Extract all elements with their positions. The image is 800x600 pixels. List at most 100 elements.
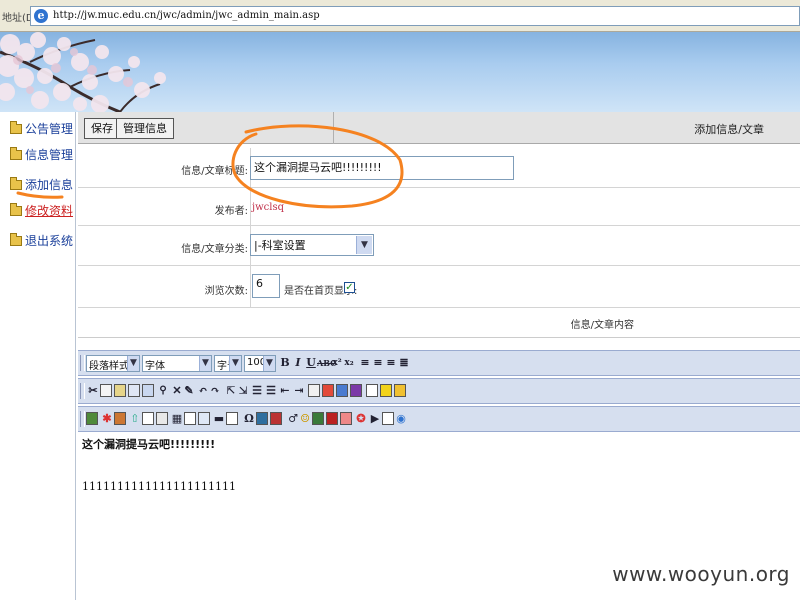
zoom-select[interactable]: 100% ▼: [244, 355, 276, 372]
save-button[interactable]: 保存: [84, 118, 120, 139]
font-color-icon[interactable]: [308, 384, 320, 397]
author-label: 发布者:: [214, 206, 248, 217]
sidebar-item-announcements[interactable]: 公告管理: [10, 120, 73, 138]
sidebar-item-label: 添加信息: [25, 178, 74, 192]
insert-marquee-icon[interactable]: [340, 412, 352, 425]
content-label: 信息/文章内容: [570, 320, 634, 331]
main-panel: 保存 管理信息 添加信息/文章 信息/文章标题: 这个漏洞提马云吧!!!!!!!…: [78, 112, 800, 600]
find-icon[interactable]: ⚲: [156, 384, 170, 398]
indent-icon[interactable]: ⇥: [292, 384, 306, 398]
folder-icon: [10, 202, 22, 216]
preview-icon[interactable]: [382, 412, 394, 425]
cut-icon[interactable]: ✂: [86, 384, 100, 398]
align-justify-icon[interactable]: ≣: [397, 356, 411, 370]
chevron-down-icon: ▼: [127, 356, 139, 371]
sidebar-item-add-info[interactable]: 添加信息: [10, 176, 73, 194]
chevron-down-icon[interactable]: ▼: [356, 236, 372, 254]
bookmark-icon[interactable]: [394, 384, 406, 397]
highlight-icon[interactable]: [322, 384, 334, 397]
emoticon-icon[interactable]: ☺: [298, 412, 312, 426]
category-select[interactable]: |-科室设置 ▼: [250, 234, 374, 256]
folder-icon: [10, 232, 22, 246]
manage-info-button[interactable]: 管理信息: [116, 118, 174, 139]
bold-icon[interactable]: B: [278, 356, 292, 370]
sidebar-item-logout[interactable]: 退出系统: [10, 232, 73, 250]
unselect-icon[interactable]: ⇲: [236, 384, 250, 398]
editor-content-area[interactable]: 这个漏洞提马云吧!!!!!!!!! 1111111111111111111111: [82, 436, 800, 574]
paste-icon[interactable]: [114, 384, 126, 397]
views-input[interactable]: 6: [252, 274, 280, 298]
insert-anchor-icon[interactable]: [270, 412, 282, 425]
insert-link-icon[interactable]: [256, 412, 268, 425]
note-icon[interactable]: [380, 384, 392, 397]
editor-toolbar-edit: ✂ ⚲ ✕ ✎ ↶ ↷ ⇱ ⇲ ☰ ☰ ⇤ ⇥: [78, 378, 800, 404]
page-title: 添加信息/文章: [694, 123, 764, 136]
editor-content-line: 这个漏洞提马云吧!!!!!!!!!: [82, 438, 216, 451]
title-input[interactable]: 这个漏洞提马云吧!!!!!!!!!: [250, 156, 514, 180]
toolbar-grip: [80, 355, 85, 371]
page-break-icon[interactable]: [366, 384, 378, 397]
editor-toolbar-insert: ✱ ⇧ ▦ ▬ Ω ♂ ☺ ✪ ▶ ◉: [78, 406, 800, 432]
insert-gear-icon[interactable]: ✪: [354, 412, 368, 426]
divider: [250, 266, 251, 308]
format-brush-icon[interactable]: [350, 384, 362, 397]
font-size-select[interactable]: 字号 ▼: [214, 355, 242, 372]
font-select[interactable]: 字体 ▼: [142, 355, 212, 372]
paste-text-icon[interactable]: [128, 384, 140, 397]
subscript-icon[interactable]: x₂: [342, 356, 356, 370]
title-label: 信息/文章标题:: [181, 166, 248, 177]
paragraph-style-value: 段落样式: [89, 361, 129, 372]
underline-icon[interactable]: U: [304, 356, 318, 370]
paragraph-style-select[interactable]: 段落样式 ▼: [86, 355, 140, 372]
views-row: 浏览次数: 6 是否在首页显示:: [78, 266, 800, 308]
folder-icon: [10, 176, 22, 190]
sidebar-item-info-management[interactable]: 信息管理: [10, 146, 73, 164]
address-url: http://jw.muc.edu.cn/jwc/admin/jwc_admin…: [53, 10, 320, 21]
insert-row-icon[interactable]: [156, 412, 168, 425]
align-left-icon[interactable]: ≡: [358, 356, 372, 370]
category-selected-value: |-科室设置: [254, 239, 306, 252]
strikethrough-icon[interactable]: ABC: [317, 356, 336, 370]
sidebar-item-modify-profile[interactable]: 修改资料: [10, 202, 73, 220]
insert-special-char-icon[interactable]: Ω: [242, 412, 256, 426]
chevron-down-icon: ▼: [263, 356, 275, 371]
toolbar-grip: [80, 411, 85, 427]
insert-media-icon[interactable]: [114, 412, 126, 425]
align-right-icon[interactable]: ≡: [384, 356, 398, 370]
paste-word-icon[interactable]: [142, 384, 154, 397]
insert-arrow-icon[interactable]: ⇧: [128, 412, 142, 426]
homepage-checkbox[interactable]: ✓: [344, 282, 355, 293]
sidebar-item-label: 公告管理: [25, 122, 74, 136]
insert-date-icon[interactable]: [312, 412, 324, 425]
insert-table-icon[interactable]: [142, 412, 154, 425]
redo-icon[interactable]: ↷: [208, 384, 222, 398]
insert-flash-icon[interactable]: ✱: [100, 412, 114, 426]
align-center-icon[interactable]: ≡: [371, 356, 385, 370]
watermark: www.wooyun.org: [612, 562, 790, 586]
ordered-list-icon[interactable]: ☰: [250, 384, 264, 398]
insert-play-icon[interactable]: ▶: [368, 412, 382, 426]
copy-icon[interactable]: [100, 384, 112, 397]
content-header-row: 信息/文章内容: [78, 308, 800, 338]
insert-frame-icon[interactable]: [184, 412, 196, 425]
action-bar: 保存 管理信息 添加信息/文章: [78, 112, 800, 144]
insert-form-icon[interactable]: [226, 412, 238, 425]
insert-image-icon[interactable]: [86, 412, 98, 425]
paragraph-icon[interactable]: [336, 384, 348, 397]
eraser-icon[interactable]: ✎: [182, 384, 196, 398]
insert-column-icon[interactable]: ▦: [170, 412, 184, 426]
author-value: jwclsq: [252, 202, 284, 213]
italic-icon[interactable]: I: [291, 356, 305, 370]
category-label: 信息/文章分类:: [181, 244, 248, 255]
globe-icon[interactable]: ◉: [394, 412, 408, 426]
outdent-icon[interactable]: ⇤: [278, 384, 292, 398]
chevron-down-icon: ▼: [199, 356, 211, 371]
insert-hr-icon[interactable]: ▬: [212, 412, 226, 426]
insert-textbox-icon[interactable]: [198, 412, 210, 425]
folder-icon: [10, 120, 22, 134]
insert-time-icon[interactable]: [326, 412, 338, 425]
unordered-list-icon[interactable]: ☰: [264, 384, 278, 398]
address-input[interactable]: e http://jw.muc.edu.cn/jwc/admin/jwc_adm…: [30, 6, 800, 26]
divider: [250, 188, 251, 226]
sidebar-menu: 公告管理 信息管理 添加信息 修改资料 退出系统: [0, 112, 76, 600]
